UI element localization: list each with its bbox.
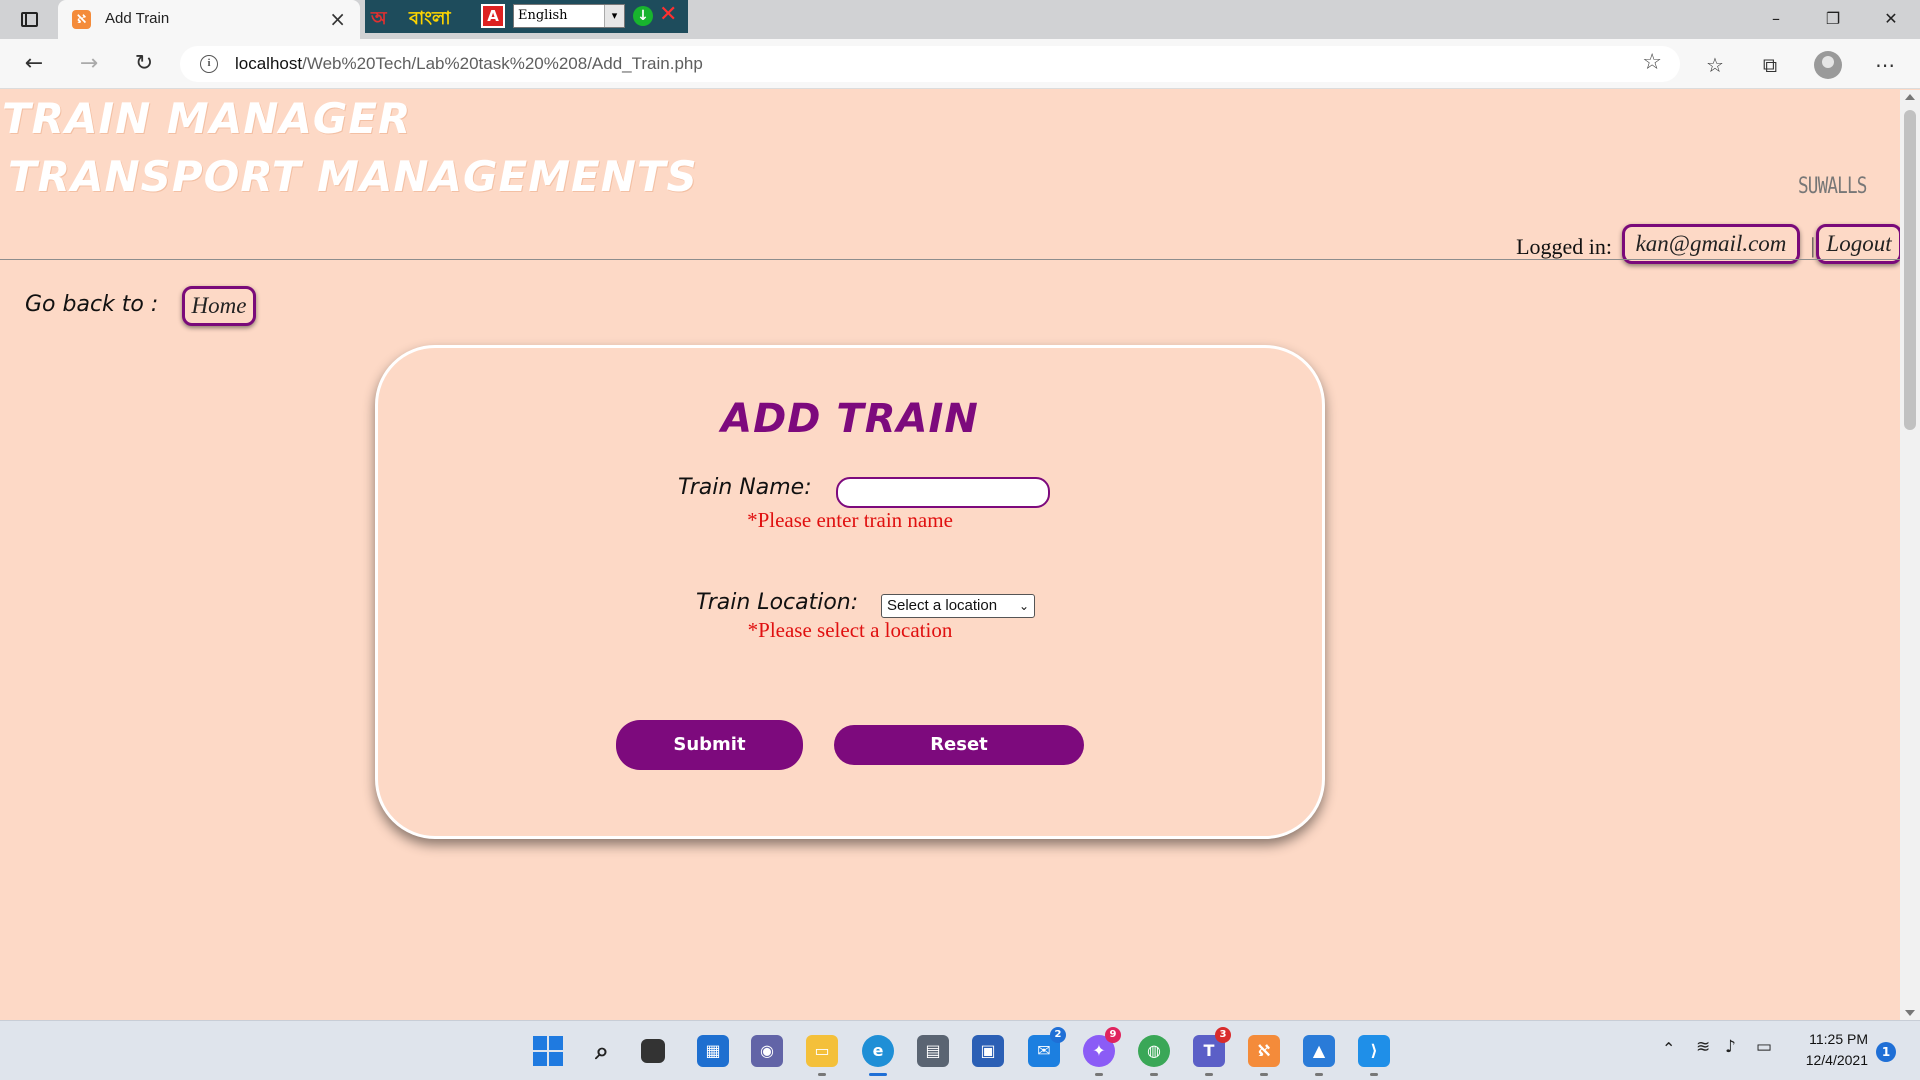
forward-arrow-icon[interactable]: → xyxy=(73,49,105,79)
search-icon[interactable]: ⌕ xyxy=(586,1035,618,1067)
profile-avatar-icon[interactable] xyxy=(1814,51,1842,79)
teams-icon[interactable]: T3 xyxy=(1193,1027,1231,1076)
chrome-icon[interactable]: ◍ xyxy=(1138,1035,1170,1076)
store-icon[interactable]: ▣ xyxy=(972,1035,1004,1067)
xampp-icon[interactable]: ℵ xyxy=(1248,1035,1280,1076)
edge-browser-icon[interactable]: e xyxy=(862,1035,894,1076)
go-back-label: Go back to : xyxy=(25,292,159,317)
url-field[interactable]: i localhost/Web%20Tech/Lab%20task%20%208… xyxy=(180,46,1680,82)
vscode-icon[interactable]: ⟩ xyxy=(1358,1035,1390,1076)
chevron-down-icon: ▾ xyxy=(604,5,624,27)
scroll-up-arrow-icon[interactable] xyxy=(1905,94,1915,100)
browser-tab-add-train[interactable]: ℵ Add Train × xyxy=(58,0,360,39)
brand-logo: SUWALLS xyxy=(1798,174,1867,199)
chat-icon[interactable]: ◉ xyxy=(751,1035,783,1067)
mail-badge: 2 xyxy=(1050,1027,1066,1043)
extension-close-icon[interactable]: ✕ xyxy=(659,2,677,27)
location-selected-value: Select a location xyxy=(887,597,998,614)
extension-bengali-label[interactable]: বাংলা xyxy=(409,4,451,35)
back-arrow-icon[interactable]: ← xyxy=(18,49,50,79)
browser-address-bar: ← → ↻ i localhost/Web%20Tech/Lab%20task%… xyxy=(0,39,1920,89)
header-divider xyxy=(0,259,1900,260)
windows-start-icon[interactable] xyxy=(532,1035,564,1067)
site-subtitle: TRANSPORT MANAGEMENTS xyxy=(8,152,698,201)
extension-language-value: English xyxy=(518,8,568,23)
scroll-thumb[interactable] xyxy=(1904,110,1916,430)
restore-icon[interactable]: ❐ xyxy=(1810,6,1856,32)
file-explorer-icon[interactable]: ▭ xyxy=(806,1035,838,1076)
extension-language-select[interactable]: English ▾ xyxy=(513,4,625,28)
form-title: ADD TRAIN xyxy=(721,396,979,442)
mail-icon[interactable]: ✉ 2 xyxy=(1028,1027,1066,1067)
train-location-select[interactable]: Select a location ⌄ xyxy=(881,594,1035,618)
user-email-link[interactable]: kan@gmail.com xyxy=(1622,224,1800,264)
window-close-icon[interactable]: ✕ xyxy=(1868,6,1914,32)
train-location-error: *Please select a location xyxy=(747,618,953,642)
page-content: TRAIN MANAGER TRANSPORT MANAGEMENTS SUWA… xyxy=(0,90,1902,1020)
submit-button[interactable]: Submit xyxy=(616,720,803,770)
clock-time[interactable]: 11:25 PM xyxy=(1800,1031,1868,1047)
train-name-input[interactable] xyxy=(836,477,1050,508)
volume-icon[interactable]: ♪ xyxy=(1725,1037,1736,1057)
browser-tab-bar: ℵ Add Train × অ বাংলা A English ▾ ↓ ✕ – … xyxy=(0,0,1920,39)
battery-icon[interactable]: ▭ xyxy=(1756,1037,1772,1057)
notification-badge[interactable]: 1 xyxy=(1876,1042,1896,1062)
extension-logo-icon[interactable]: অ xyxy=(371,4,399,29)
train-name-label: Train Name: xyxy=(678,475,812,500)
train-name-error: *Please enter train name xyxy=(747,508,953,532)
tab-actions-menu-icon[interactable] xyxy=(18,9,42,31)
page-scrollbar[interactable] xyxy=(1900,90,1920,1020)
tab-title: Add Train xyxy=(105,10,170,27)
extension-a-icon[interactable]: A xyxy=(481,4,505,28)
close-tab-icon[interactable]: × xyxy=(329,8,346,30)
calculator-icon[interactable]: ▤ xyxy=(917,1035,949,1067)
messenger-badge: 9 xyxy=(1105,1027,1121,1043)
logged-in-label: Logged in: xyxy=(1516,234,1612,259)
add-favorite-star-icon[interactable]: ☆ xyxy=(1642,50,1662,75)
site-info-icon[interactable]: i xyxy=(200,55,218,73)
windows-taskbar: ⌕ ▦ ◉ ▭ e ▤ ▣ ✉ 2 ✦ 9 ◍ T3 ℵ ▲ ⟩ ⌃ ≋ ♪ ▭ 1… xyxy=(0,1020,1920,1080)
separator: | xyxy=(1810,233,1815,258)
show-hidden-icons-chevron-icon[interactable]: ⌃ xyxy=(1662,1039,1675,1058)
add-train-form: ADD TRAIN Train Name: *Please enter trai… xyxy=(375,345,1325,839)
task-view-icon[interactable] xyxy=(641,1039,665,1063)
bengali-keyboard-extension: অ বাংলা A English ▾ ↓ ✕ xyxy=(365,0,688,33)
reset-button[interactable]: Reset xyxy=(834,725,1084,765)
train-location-label: Train Location: xyxy=(696,590,859,615)
wifi-icon[interactable]: ≋ xyxy=(1696,1037,1710,1057)
extension-download-icon[interactable]: ↓ xyxy=(633,6,653,26)
teams-badge: 3 xyxy=(1215,1027,1231,1043)
url-text[interactable]: localhost/Web%20Tech/Lab%20task%20%208/A… xyxy=(235,54,703,74)
widgets-icon[interactable]: ▦ xyxy=(697,1035,729,1067)
minimize-icon[interactable]: – xyxy=(1753,6,1799,32)
favorites-icon[interactable]: ☆ xyxy=(1700,51,1730,79)
logout-link[interactable]: Logout xyxy=(1816,224,1902,264)
more-options-icon[interactable]: ⋯ xyxy=(1870,51,1900,79)
messenger-icon[interactable]: ✦ 9 xyxy=(1083,1027,1121,1076)
xampp-icon: ℵ xyxy=(72,10,91,29)
chevron-down-icon: ⌄ xyxy=(1018,599,1029,613)
collections-icon[interactable]: ⧉ xyxy=(1755,51,1785,79)
clock-date[interactable]: 12/4/2021 xyxy=(1796,1052,1868,1068)
photos-icon[interactable]: ▲ xyxy=(1303,1035,1335,1076)
refresh-icon[interactable]: ↻ xyxy=(128,49,160,79)
scroll-down-arrow-icon[interactable] xyxy=(1905,1010,1915,1016)
site-title: TRAIN MANAGER xyxy=(2,94,412,143)
home-link[interactable]: Home xyxy=(182,286,256,326)
